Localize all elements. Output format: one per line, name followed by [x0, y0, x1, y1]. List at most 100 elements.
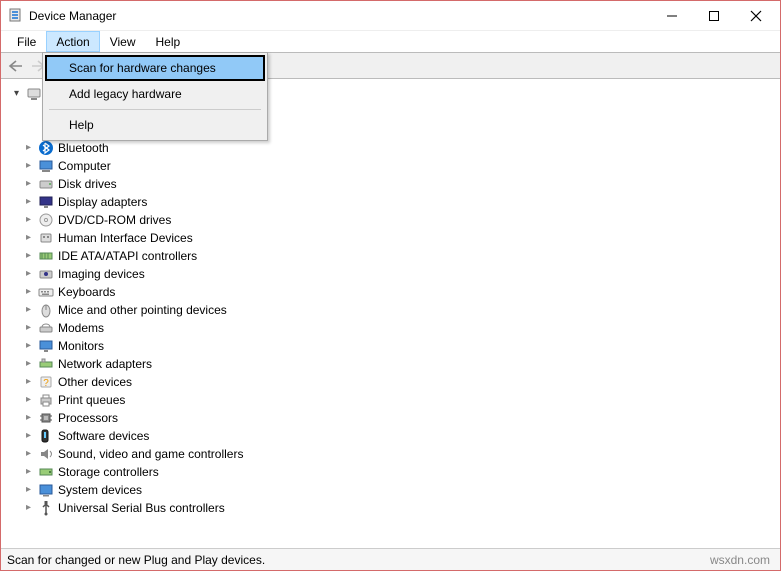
- expander-icon[interactable]: [23, 391, 34, 409]
- expander-icon[interactable]: [23, 265, 34, 283]
- minimize-button[interactable]: [662, 6, 682, 26]
- tree-item[interactable]: Mice and other pointing devices: [11, 301, 778, 319]
- tree-item[interactable]: Network adapters: [11, 355, 778, 373]
- tree-item[interactable]: Disk drives: [11, 175, 778, 193]
- maximize-button[interactable]: [704, 6, 724, 26]
- expander-icon[interactable]: [23, 481, 34, 499]
- system-icon: [38, 482, 54, 498]
- expander-icon[interactable]: [23, 193, 34, 211]
- tree-item-label: Universal Serial Bus controllers: [58, 499, 225, 517]
- tree-item-label: Sound, video and game controllers: [58, 445, 243, 463]
- disk-icon: [38, 176, 54, 192]
- modem-icon: [38, 320, 54, 336]
- tree-item-label: Imaging devices: [58, 265, 145, 283]
- tree-item-label: Human Interface Devices: [58, 229, 193, 247]
- expander-icon[interactable]: [23, 175, 34, 193]
- expander-icon[interactable]: [23, 229, 34, 247]
- app-icon: [7, 8, 23, 24]
- tree-item[interactable]: Bluetooth: [11, 139, 778, 157]
- content-area: BluetoothComputerDisk drivesDisplay adap…: [1, 79, 780, 548]
- tree-item-label: Bluetooth: [58, 139, 109, 157]
- menu-help-item[interactable]: Help: [45, 112, 265, 138]
- tree-item[interactable]: Keyboards: [11, 283, 778, 301]
- expander-icon[interactable]: [23, 427, 34, 445]
- imaging-icon: [38, 266, 54, 282]
- tree-item[interactable]: Human Interface Devices: [11, 229, 778, 247]
- tree-item-label: System devices: [58, 481, 142, 499]
- expander-icon[interactable]: [23, 139, 34, 157]
- tree-item[interactable]: Processors: [11, 409, 778, 427]
- device-tree[interactable]: BluetoothComputerDisk drivesDisplay adap…: [3, 81, 778, 517]
- status-right: wsxdn.com: [710, 553, 774, 567]
- menu-file[interactable]: File: [7, 31, 46, 52]
- mouse-icon: [38, 302, 54, 318]
- computer-root-icon: [26, 86, 42, 102]
- tree-item[interactable]: Software devices: [11, 427, 778, 445]
- expander-icon[interactable]: [23, 409, 34, 427]
- printer-icon: [38, 392, 54, 408]
- tree-item-label: Display adapters: [58, 193, 147, 211]
- storage-icon: [38, 464, 54, 480]
- expander-icon[interactable]: [23, 463, 34, 481]
- expander-icon[interactable]: [23, 301, 34, 319]
- tree-item-label: Monitors: [58, 337, 104, 355]
- expander-icon[interactable]: [23, 499, 34, 517]
- bluetooth-icon: [38, 140, 54, 156]
- action-menu-dropdown: Scan for hardware changes Add legacy har…: [42, 52, 268, 141]
- menu-help[interactable]: Help: [146, 31, 191, 52]
- expander-icon[interactable]: [23, 445, 34, 463]
- back-button[interactable]: [5, 55, 27, 77]
- tree-item[interactable]: Imaging devices: [11, 265, 778, 283]
- tree-item-label: Software devices: [58, 427, 149, 445]
- computer-icon: [38, 158, 54, 174]
- expander-icon[interactable]: [23, 283, 34, 301]
- display-icon: [38, 194, 54, 210]
- tree-item[interactable]: Monitors: [11, 337, 778, 355]
- menu-view[interactable]: View: [100, 31, 146, 52]
- tree-item[interactable]: ?Other devices: [11, 373, 778, 391]
- window-controls: [662, 6, 774, 26]
- menu-add-legacy[interactable]: Add legacy hardware: [45, 81, 265, 107]
- tree-item[interactable]: Computer: [11, 157, 778, 175]
- tree-item-label: Storage controllers: [58, 463, 159, 481]
- tree-item[interactable]: Sound, video and game controllers: [11, 445, 778, 463]
- expander-icon[interactable]: [23, 373, 34, 391]
- menubar: File Action View Help: [1, 31, 780, 53]
- expander-icon[interactable]: [23, 211, 34, 229]
- tree-item[interactable]: Print queues: [11, 391, 778, 409]
- hid-icon: [38, 230, 54, 246]
- tree-item[interactable]: Storage controllers: [11, 463, 778, 481]
- network-icon: [38, 356, 54, 372]
- keyboard-icon: [38, 284, 54, 300]
- window-title: Device Manager: [29, 9, 116, 23]
- tree-item[interactable]: Display adapters: [11, 193, 778, 211]
- tree-item-label: DVD/CD-ROM drives: [58, 211, 171, 229]
- expander-icon[interactable]: [23, 319, 34, 337]
- menu-separator: [49, 109, 261, 110]
- tree-item[interactable]: Universal Serial Bus controllers: [11, 499, 778, 517]
- tree-item-label: Network adapters: [58, 355, 152, 373]
- tree-item-label: Other devices: [58, 373, 132, 391]
- ide-icon: [38, 248, 54, 264]
- expander-icon[interactable]: [23, 157, 34, 175]
- tree-item-label: Keyboards: [58, 283, 115, 301]
- tree-item-label: Mice and other pointing devices: [58, 301, 227, 319]
- expander-icon[interactable]: [23, 355, 34, 373]
- menu-action[interactable]: Action: [46, 31, 99, 52]
- tree-item-label: Processors: [58, 409, 118, 427]
- tree-item-label: Modems: [58, 319, 104, 337]
- sound-icon: [38, 446, 54, 462]
- menu-scan-hardware[interactable]: Scan for hardware changes: [45, 55, 265, 81]
- usb-icon: [38, 500, 54, 516]
- tree-item[interactable]: IDE ATA/ATAPI controllers: [11, 247, 778, 265]
- tree-item[interactable]: System devices: [11, 481, 778, 499]
- tree-item[interactable]: Modems: [11, 319, 778, 337]
- close-button[interactable]: [746, 6, 766, 26]
- expander-icon[interactable]: [23, 337, 34, 355]
- expander-icon[interactable]: [11, 85, 22, 103]
- cpu-icon: [38, 410, 54, 426]
- expander-icon[interactable]: [23, 247, 34, 265]
- tree-item-label: Computer: [58, 157, 111, 175]
- tree-item[interactable]: DVD/CD-ROM drives: [11, 211, 778, 229]
- tree-item-label: Print queues: [58, 391, 125, 409]
